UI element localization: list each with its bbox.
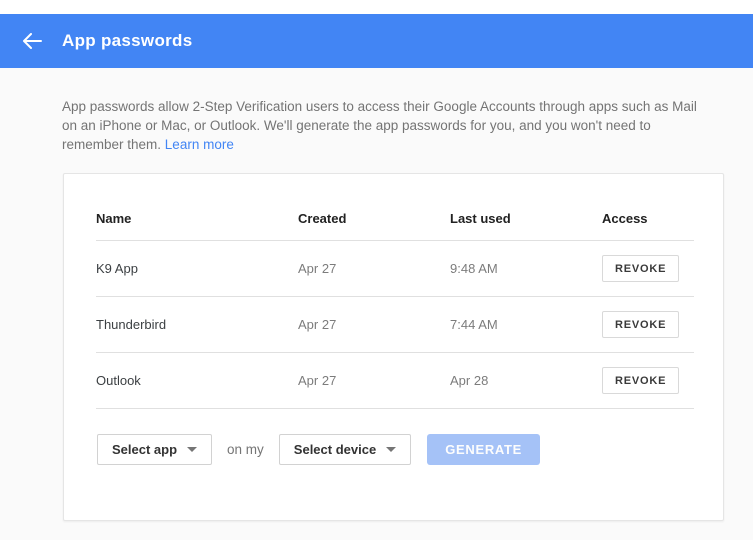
- select-app-dropdown[interactable]: Select app: [97, 434, 213, 465]
- table-row: Thunderbird Apr 27 7:44 AM REVOKE: [96, 297, 694, 353]
- table-header-row: Name Created Last used Access: [96, 174, 694, 241]
- page-title: App passwords: [62, 31, 193, 50]
- description: App passwords allow 2-Step Verification …: [62, 97, 710, 154]
- column-header-name: Name: [96, 211, 132, 226]
- access-cell: REVOKE: [602, 367, 694, 394]
- column-header-access: Access: [602, 211, 648, 226]
- revoke-button[interactable]: REVOKE: [602, 311, 680, 338]
- app-passwords-card: Name Created Last used Access K9 App Apr…: [63, 173, 724, 521]
- table-row: Outlook Apr 27 Apr 28 REVOKE: [96, 353, 694, 409]
- app-name-cell: Thunderbird: [96, 317, 167, 332]
- app-bar: App passwords: [0, 14, 753, 68]
- app-name-cell: K9 App: [96, 261, 138, 276]
- last-used-cell: 7:44 AM: [450, 317, 498, 332]
- last-used-cell: 9:48 AM: [450, 261, 498, 276]
- revoke-button[interactable]: REVOKE: [602, 367, 680, 394]
- main-content: App passwords allow 2-Step Verification …: [0, 97, 753, 521]
- app-passwords-table: Name Created Last used Access K9 App Apr…: [96, 174, 694, 409]
- access-cell: REVOKE: [602, 255, 694, 282]
- back-button[interactable]: [20, 29, 44, 53]
- column-header-created: Created: [298, 211, 347, 226]
- learn-more-link[interactable]: Learn more: [165, 137, 234, 152]
- revoke-button[interactable]: REVOKE: [602, 255, 680, 282]
- app-name-cell: Outlook: [96, 373, 141, 388]
- chevron-down-icon: [187, 447, 198, 452]
- description-text: App passwords allow 2-Step Verification …: [62, 99, 697, 152]
- table-body: K9 App Apr 27 9:48 AM REVOKE Thunderbird…: [96, 241, 694, 409]
- conjunction-text: on my: [227, 442, 264, 457]
- created-cell: Apr 27: [298, 261, 337, 276]
- table-row: K9 App Apr 27 9:48 AM REVOKE: [96, 241, 694, 297]
- access-cell: REVOKE: [602, 311, 694, 338]
- chevron-down-icon: [386, 447, 397, 452]
- created-cell: Apr 27: [298, 317, 337, 332]
- top-strip: [0, 0, 753, 14]
- select-device-label: Select device: [293, 442, 377, 457]
- last-used-cell: Apr 28: [450, 373, 489, 388]
- created-cell: Apr 27: [298, 373, 337, 388]
- column-header-last-used: Last used: [450, 211, 511, 226]
- arrow-left-icon: [23, 33, 42, 49]
- generate-button[interactable]: GENERATE: [427, 434, 541, 465]
- select-device-dropdown[interactable]: Select device: [278, 434, 412, 465]
- select-app-label: Select app: [112, 442, 178, 457]
- generator-controls: Select app on my Select device GENERATE: [97, 434, 694, 465]
